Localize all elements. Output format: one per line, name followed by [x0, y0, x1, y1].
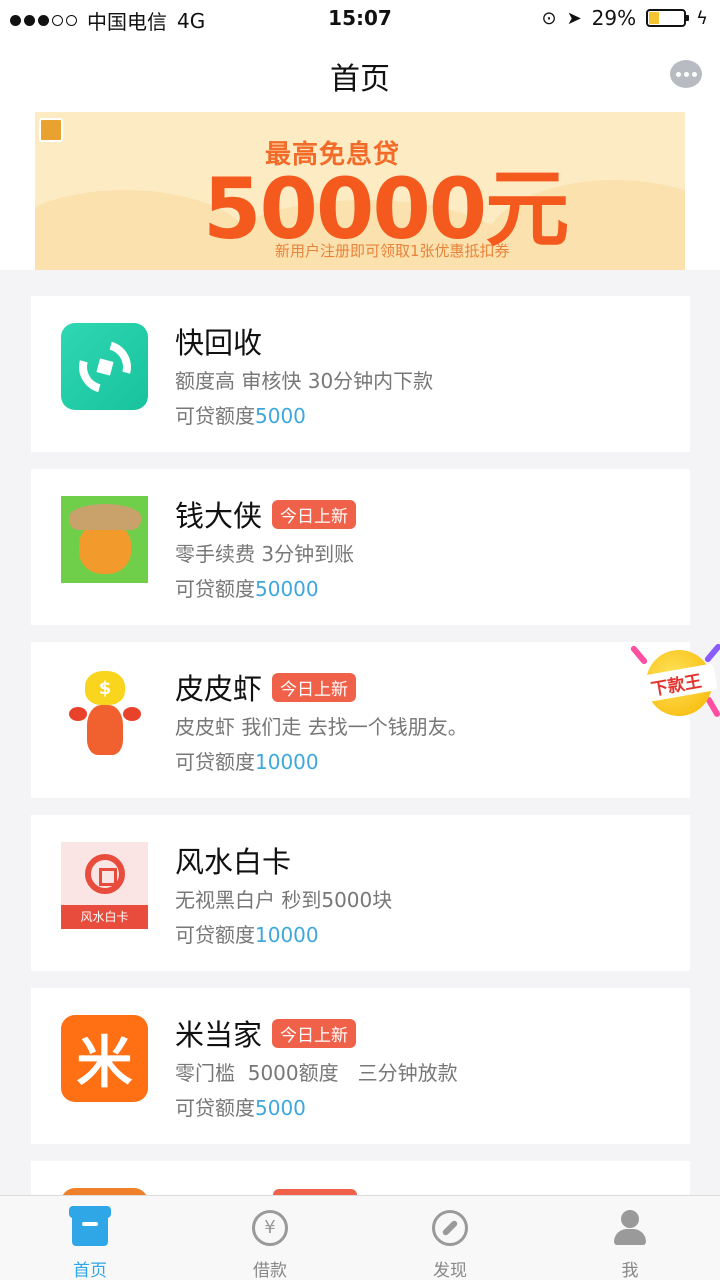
product-name: 风水白卡	[175, 845, 292, 879]
qiandaxia-logo-icon	[61, 496, 148, 583]
nav-bar: 首页	[0, 38, 720, 108]
product-card[interactable]: 风水白卡 风水白卡 无视黑白户 秒到5000块 可贷额度10000	[31, 815, 690, 971]
new-badge: 今日上新	[272, 672, 357, 702]
limit-value: 10000	[255, 923, 319, 947]
compass-icon	[432, 1210, 468, 1246]
limit-label: 可贷额度	[175, 404, 255, 428]
banner-headline: 最高免息贷	[265, 140, 401, 170]
tab-label: 我	[621, 1261, 639, 1280]
promo-banner[interactable]: 50000元 最高免息贷 新用户注册即可领取1张优惠抵扣券	[35, 112, 685, 270]
product-description: 额度高 审核快 30分钟内下款	[175, 369, 434, 393]
limit-value: 50000	[255, 577, 319, 601]
tab-label: 发现	[433, 1261, 467, 1280]
product-description: 零门槛 5000额度 三分钟放款	[175, 1061, 458, 1085]
pipixia-logo-icon: $	[61, 669, 148, 756]
floating-promo-badge[interactable]: 下款王	[629, 640, 720, 724]
limit-value: 10000	[255, 750, 319, 774]
page-title: 首页	[330, 62, 390, 97]
product-description: 零手续费 3分钟到账	[175, 542, 355, 566]
product-name: 米当家	[175, 1018, 263, 1052]
limit-label: 可贷额度	[175, 923, 255, 947]
logo-text: 风水白卡	[61, 905, 148, 929]
product-card[interactable]: 钱大侠 今日上新 零手续费 3分钟到账 可贷额度50000	[31, 469, 690, 625]
new-badge: 今日上新	[272, 499, 357, 529]
product-name: 钱大侠	[175, 499, 263, 533]
tab-me[interactable]: 我	[540, 1196, 720, 1280]
new-badge: 今日上新	[272, 1018, 357, 1048]
banner-subtitle: 新用户注册即可领取1张优惠抵扣券	[275, 242, 510, 260]
limit-label: 可贷额度	[175, 577, 255, 601]
charging-icon: ϟ	[696, 7, 708, 29]
product-name: 皮皮虾	[175, 672, 263, 706]
limit-label: 可贷额度	[175, 750, 255, 774]
product-description: 无视黑白户 秒到5000块	[175, 888, 393, 912]
bottom-tab-bar: 首页 ¥ 借款 发现 我	[0, 1195, 720, 1280]
battery-percentage: 29%	[591, 6, 637, 30]
banner-avatar-icon	[39, 118, 63, 142]
banner-section: 50000元 最高免息贷 新用户注册即可领取1张优惠抵扣券	[0, 108, 720, 270]
limit-value: 5000	[255, 404, 306, 428]
midangjia-logo-icon: 米	[61, 1015, 148, 1102]
product-name: 快回收	[175, 326, 263, 360]
product-card-partial[interactable]	[31, 1161, 690, 1195]
tab-label: 借款	[253, 1261, 287, 1280]
limit-value: 5000	[255, 1096, 306, 1120]
yen-icon: ¥	[252, 1210, 288, 1246]
tab-label: 首页	[73, 1261, 107, 1280]
product-list[interactable]: 快回收 额度高 审核快 30分钟内下款 可贷额度5000 钱大侠 今日上新 零手…	[0, 270, 720, 1195]
kuaihuishou-logo-icon	[61, 323, 148, 410]
product-logo-icon	[61, 1188, 148, 1195]
home-icon	[69, 1206, 111, 1246]
product-description: 皮皮虾 我们走 去找一个钱朋友。	[175, 715, 468, 739]
fengshui-logo-icon: 风水白卡	[61, 842, 148, 929]
user-icon	[612, 1210, 648, 1246]
rotation-lock-icon: ⊙	[541, 7, 557, 29]
tab-discover[interactable]: 发现	[360, 1196, 540, 1280]
product-card[interactable]: 米 米当家 今日上新 零门槛 5000额度 三分钟放款 可贷额度5000	[31, 988, 690, 1144]
product-card[interactable]: 快回收 额度高 审核快 30分钟内下款 可贷额度5000	[31, 296, 690, 452]
tab-home[interactable]: 首页	[0, 1196, 180, 1280]
status-bar: 中国电信 4G 15:07 ⊙ ➤ 29% ϟ	[0, 0, 720, 38]
limit-label: 可贷额度	[175, 1096, 255, 1120]
tab-loan[interactable]: ¥ 借款	[180, 1196, 360, 1280]
location-arrow-icon: ➤	[566, 7, 582, 29]
battery-icon	[646, 9, 690, 27]
product-card[interactable]: $ 皮皮虾 今日上新 皮皮虾 我们走 去找一个钱朋友。 可贷额度10000	[31, 642, 690, 798]
message-icon[interactable]	[670, 60, 702, 88]
